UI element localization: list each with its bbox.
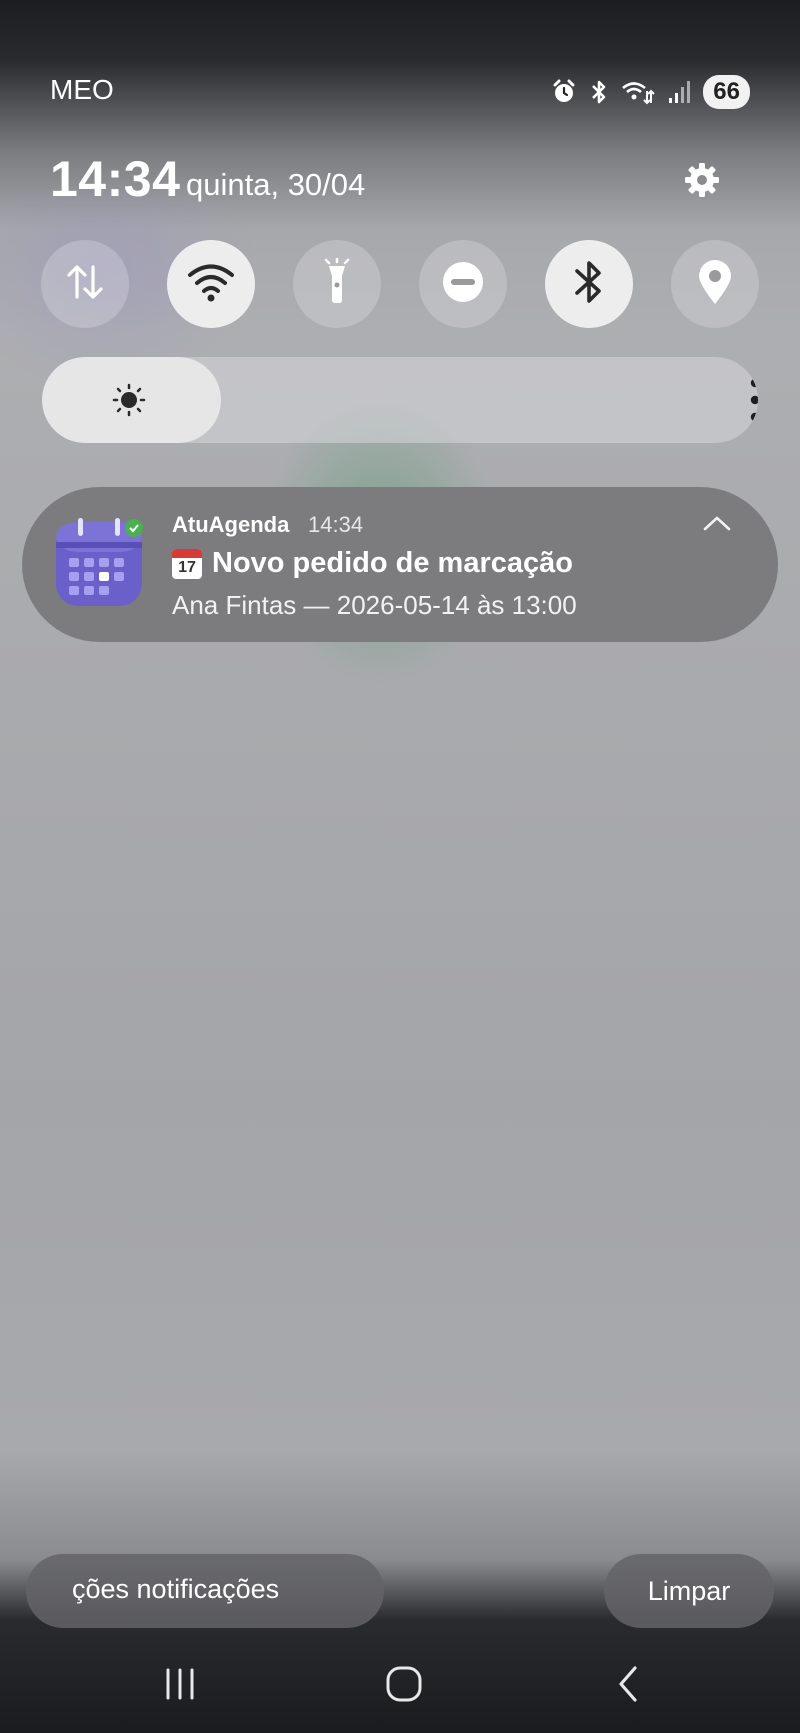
back-icon[interactable] (598, 1660, 658, 1708)
notification-settings-button[interactable]: ções notificações (26, 1554, 384, 1628)
tile-bluetooth[interactable] (545, 240, 633, 328)
notification-title-row: 17 Novo pedido de marcação (172, 547, 573, 580)
clear-button[interactable]: Limpar (604, 1554, 774, 1628)
date: quinta, 30/04 (186, 167, 366, 202)
notification-body: Ana Fintas — 2026-05-14 às 13:00 (172, 590, 577, 620)
wifi-data-icon (621, 79, 656, 105)
notification-settings-label: ções notificações (72, 1574, 280, 1604)
status-icons: 66 (551, 74, 750, 110)
tile-mobile-data[interactable] (41, 240, 129, 328)
alarm-icon (551, 79, 577, 105)
signal-icon (667, 79, 691, 105)
brightness-slider[interactable] (42, 357, 758, 443)
gear-icon[interactable] (680, 158, 724, 202)
location-pin-icon (695, 258, 735, 311)
data-arrows-icon (62, 259, 108, 310)
tile-do-not-disturb[interactable] (419, 240, 507, 328)
clock: 14:34 (50, 151, 181, 207)
notification-time: 14:34 (308, 512, 364, 537)
recents-icon[interactable] (150, 1660, 210, 1708)
tile-location[interactable] (671, 240, 759, 328)
home-icon[interactable] (374, 1660, 434, 1708)
calendar-emoji-icon: 17 (172, 548, 202, 579)
chevron-up-icon[interactable] (702, 513, 732, 538)
calendar-app-icon (54, 518, 144, 613)
wifi-icon (186, 260, 236, 309)
notification-app-name: AtuAgenda (172, 512, 290, 537)
bluetooth-icon (589, 79, 609, 105)
notification-title: Novo pedido de marcação (212, 547, 573, 579)
do-not-disturb-icon (441, 260, 485, 309)
carrier-name: MEO (50, 74, 114, 105)
flashlight-icon (317, 256, 357, 311)
tile-wifi[interactable] (167, 240, 255, 328)
battery-icon: 66 (703, 75, 750, 109)
notification-card[interactable]: AtuAgenda 14:34 17 Novo pedido de marcaç… (22, 487, 778, 642)
bluetooth-icon (571, 258, 607, 311)
sun-icon (112, 383, 146, 422)
more-vertical-icon[interactable] (742, 375, 758, 430)
tile-flashlight[interactable] (293, 240, 381, 328)
